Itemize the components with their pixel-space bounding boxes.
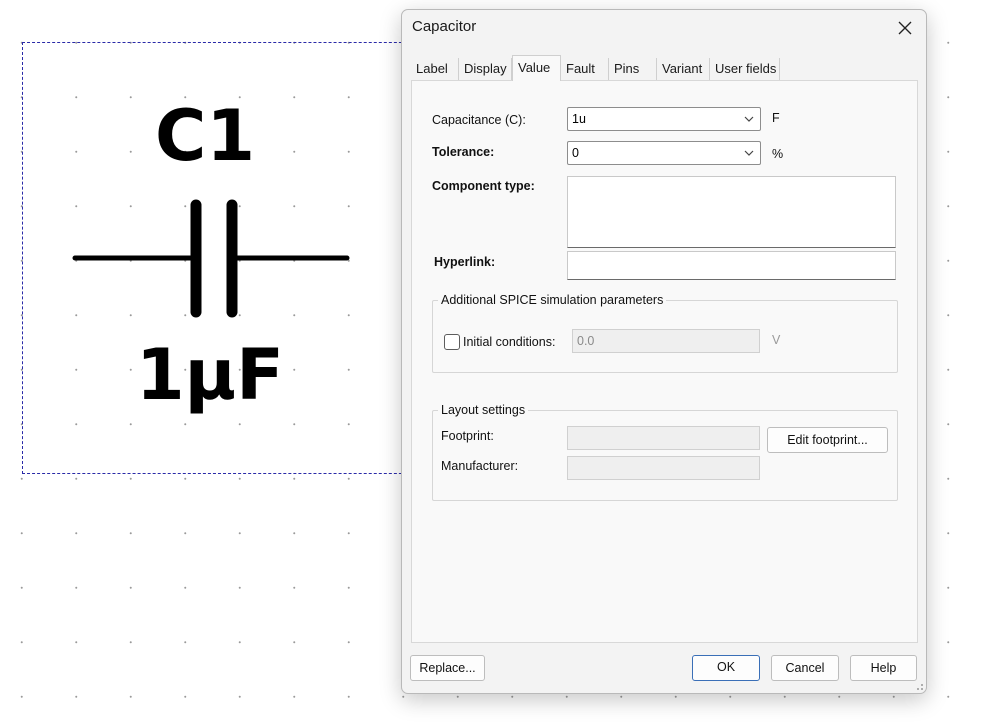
chevron-down-icon [744, 150, 754, 156]
tab-pins[interactable]: Pins [609, 58, 657, 80]
tab-user-fields[interactable]: User fields [710, 58, 780, 80]
capacitance-combo[interactable]: 1u [567, 107, 761, 131]
initial-conditions-label: Initial conditions: [463, 335, 556, 349]
dialog-title: Capacitor [412, 18, 477, 35]
capacitor-dialog: Capacitor Label Display Value Fault Pins… [401, 9, 927, 694]
value-tab-panel: Capacitance (C): 1u F Tolerance: 0 % Com… [411, 80, 918, 643]
component-type-field[interactable] [567, 176, 896, 248]
footprint-label: Footprint: [441, 429, 494, 443]
part-value[interactable]: 1µF [120, 335, 300, 415]
resize-grip-icon[interactable] [914, 681, 924, 691]
cancel-button[interactable]: Cancel [771, 655, 839, 681]
spice-group-title: Additional SPICE simulation parameters [438, 293, 667, 307]
capacitor-symbol[interactable] [70, 195, 360, 325]
initial-conditions-field: 0.0 [572, 329, 760, 353]
edit-footprint-button[interactable]: Edit footprint... [767, 427, 888, 453]
tolerance-unit: % [772, 147, 784, 161]
close-icon [898, 21, 912, 35]
capacitance-value: 1u [572, 112, 586, 126]
tab-display[interactable]: Display [459, 58, 512, 80]
tab-fault[interactable]: Fault [561, 58, 609, 80]
manufacturer-label: Manufacturer: [441, 459, 519, 473]
hyperlink-field[interactable] [567, 251, 896, 280]
help-button[interactable]: Help [850, 655, 917, 681]
manufacturer-field [567, 456, 760, 480]
tab-label[interactable]: Label [411, 58, 459, 80]
chevron-down-icon [744, 116, 754, 122]
tolerance-label: Tolerance: [432, 145, 495, 159]
capacitance-unit: F [772, 111, 780, 125]
tolerance-value: 0 [572, 146, 579, 160]
tab-value[interactable]: Value [512, 55, 561, 81]
component-type-label: Component type: [432, 179, 535, 193]
close-button[interactable] [892, 16, 918, 40]
capacitance-label: Capacitance (C): [432, 113, 526, 127]
tab-variant[interactable]: Variant [657, 58, 710, 80]
initial-conditions-checkbox[interactable] [444, 334, 460, 350]
hyperlink-label: Hyperlink: [434, 255, 496, 269]
tolerance-combo[interactable]: 0 [567, 141, 761, 165]
replace-button[interactable]: Replace... [410, 655, 485, 681]
footprint-field [567, 426, 760, 450]
ok-button[interactable]: OK [692, 655, 760, 681]
layout-group-title: Layout settings [438, 403, 529, 417]
initial-conditions-unit: V [772, 333, 781, 347]
part-reference[interactable]: C1 [130, 96, 280, 176]
